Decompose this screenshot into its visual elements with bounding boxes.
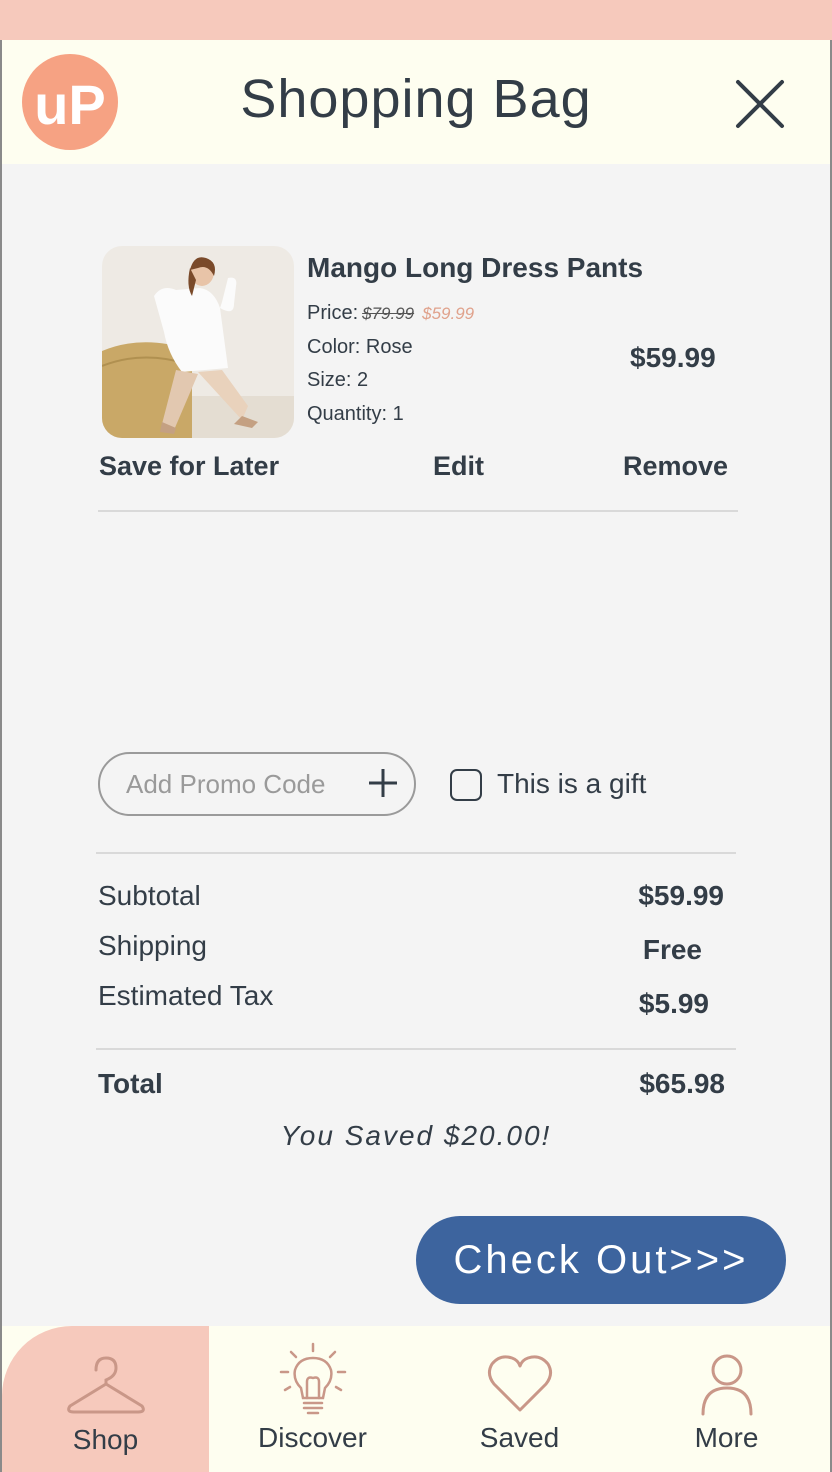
sale-price: $59.99 [422,304,475,323]
promo-code-input[interactable] [126,766,356,802]
total-value: $65.98 [639,1068,725,1099]
page-title: Shopping Bag [240,69,592,129]
original-price: $79.99 [362,304,415,323]
price-line: Price: $79.99 $59.99 [307,302,474,325]
nav-discover-label: Discover [258,1422,367,1453]
nav-saved-label: Saved [479,1422,560,1453]
header: uP Shopping Bag [2,40,830,164]
product-image[interactable] [102,246,294,438]
save-for-later-button[interactable]: Save for Later [99,451,279,482]
edit-button[interactable]: Edit [433,451,484,482]
line-total: $59.99 [630,342,716,373]
tax-value: $5.99 [638,988,709,1019]
promo-code-field[interactable] [98,752,416,816]
divider [98,510,738,512]
lightbulb-icon [277,1342,349,1423]
checkout-button[interactable]: Check Out>>> [416,1216,786,1304]
nav-more[interactable]: More [623,1326,830,1472]
subtotal-label: Subtotal [98,880,201,911]
divider [96,852,736,854]
nav-discover[interactable]: Discover [209,1326,416,1472]
nav-more-label: More [694,1422,759,1453]
remove-button[interactable]: Remove [623,451,728,482]
size-line: Size: 2 [307,369,369,391]
shopping-bag-panel: uP Shopping Bag Mango Long Dress Pants P… [2,40,830,1472]
divider [96,1048,736,1050]
nav-shop-label: Shop [72,1424,139,1455]
heart-icon [486,1352,554,1419]
gift-label[interactable]: This is a gift [497,768,646,800]
bottom-nav: Shop Discover Saved More [2,1326,830,1472]
tax-label: Estimated Tax [98,980,274,1011]
nav-shop[interactable]: Shop [2,1326,209,1472]
gift-checkbox[interactable] [450,769,482,801]
user-icon [699,1352,755,1421]
subtotal-value: $59.99 [638,880,724,911]
top-status-strip [0,0,832,40]
total-label: Total [98,1068,163,1099]
nav-saved[interactable]: Saved [416,1326,623,1472]
product-name[interactable]: Mango Long Dress Pants [307,252,643,284]
price-label: Price: [307,302,359,324]
shipping-value: Free [642,934,702,965]
shipping-label: Shipping [98,930,207,961]
close-icon[interactable] [732,76,788,132]
savings-message: You Saved $20.00! [280,1120,552,1151]
quantity-line: Quantity: 1 [307,403,404,425]
plus-icon[interactable] [368,768,398,798]
hanger-icon [66,1354,146,1423]
color-line: Color: Rose [307,336,413,358]
